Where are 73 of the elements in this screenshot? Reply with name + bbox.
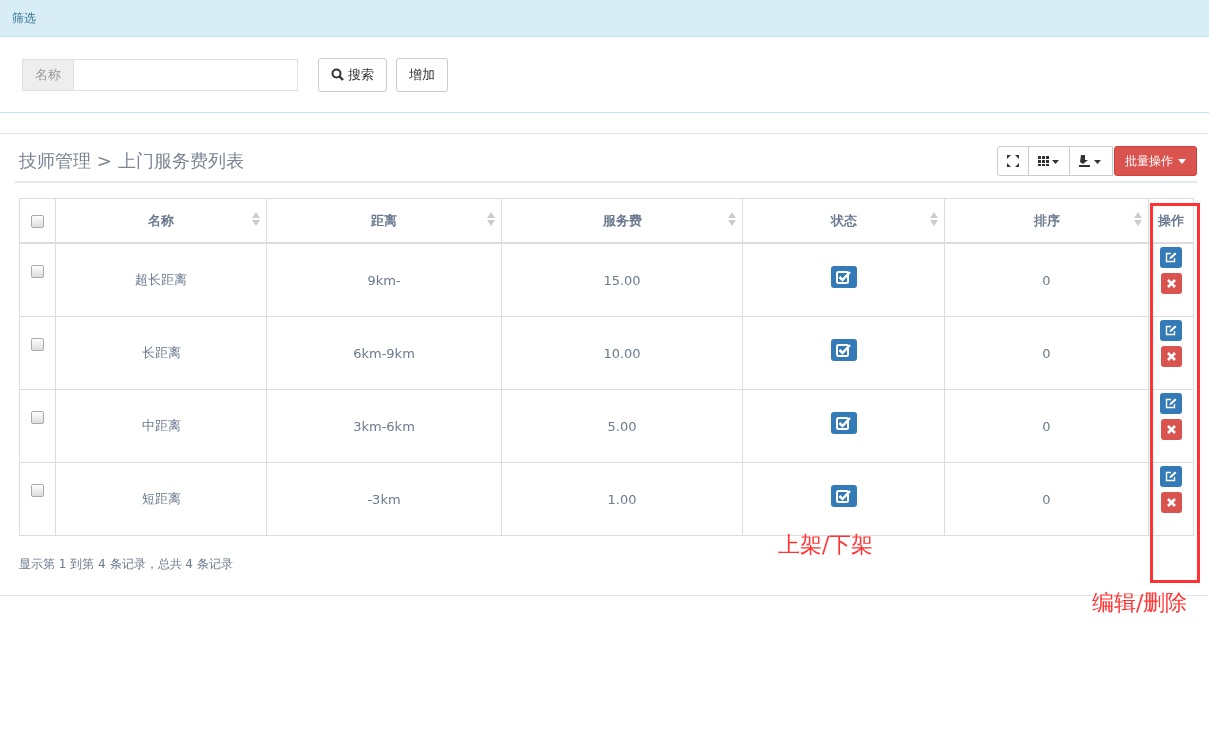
sort-icon xyxy=(728,212,736,226)
export-button[interactable] xyxy=(1069,146,1113,176)
close-icon xyxy=(1166,351,1176,361)
order-cell: 0 xyxy=(1042,418,1051,434)
close-icon xyxy=(1166,497,1176,507)
grid-icon xyxy=(1038,156,1060,166)
delete-button[interactable] xyxy=(1160,345,1182,367)
breadcrumb: 技师管理 > 上门服务费列表 xyxy=(19,149,244,173)
sort-icon xyxy=(1134,212,1142,226)
edit-button[interactable] xyxy=(1160,246,1182,268)
checkbox-icon xyxy=(835,270,852,284)
delete-button[interactable] xyxy=(1160,491,1182,513)
sort-icon xyxy=(930,212,938,226)
edit-button[interactable] xyxy=(1160,392,1182,414)
order-cell: 0 xyxy=(1042,345,1051,361)
column-header[interactable]: 状态 xyxy=(830,212,857,228)
search-button[interactable]: 搜索 xyxy=(318,57,387,92)
annotation-label: 编辑/删除 xyxy=(1092,589,1188,617)
row-name: 长距离 xyxy=(141,345,181,360)
close-icon xyxy=(1166,278,1176,288)
field-label: 名称 xyxy=(23,59,74,90)
fee-cell: 15.00 xyxy=(603,272,641,288)
columns-button[interactable] xyxy=(1028,146,1070,176)
status-toggle[interactable] xyxy=(830,339,857,361)
order-cell: 0 xyxy=(1042,272,1051,288)
column-header[interactable]: 排序 xyxy=(1033,212,1060,228)
column-header[interactable]: 服务费 xyxy=(602,212,642,228)
edit-button[interactable] xyxy=(1160,465,1182,487)
row-name: 超长距离 xyxy=(135,272,187,287)
add-button[interactable]: 增加 xyxy=(396,57,448,92)
row-checkbox[interactable] xyxy=(31,483,44,497)
fee-cell: 1.00 xyxy=(607,491,637,507)
row-checkbox[interactable] xyxy=(31,337,44,351)
fullscreen-icon xyxy=(1007,155,1019,167)
order-cell: 0 xyxy=(1042,491,1051,507)
name-field[interactable]: 名称 xyxy=(22,58,298,91)
close-icon xyxy=(1166,424,1176,434)
sort-icon xyxy=(252,212,260,226)
panel-title: 筛选 xyxy=(12,9,36,27)
distance-cell: 9km- xyxy=(367,272,401,288)
distance-cell: 3km-6km xyxy=(353,418,415,434)
row-name: 短距离 xyxy=(141,491,181,506)
pagination-info: 显示第 1 到第 4 条记录，总共 4 条记录 xyxy=(19,556,234,573)
fullscreen-button[interactable] xyxy=(997,146,1029,176)
fee-cell: 5.00 xyxy=(607,418,637,434)
edit-icon xyxy=(1165,324,1177,336)
select-all-checkbox[interactable] xyxy=(31,215,44,228)
fee-cell: 10.00 xyxy=(603,345,641,361)
status-toggle[interactable] xyxy=(830,485,857,507)
row-checkbox[interactable] xyxy=(31,410,44,424)
checkbox-icon xyxy=(835,343,852,357)
distance-cell: 6km-9km xyxy=(353,345,415,361)
row-checkbox[interactable] xyxy=(31,264,44,278)
edit-icon xyxy=(1165,251,1177,263)
edit-icon xyxy=(1165,470,1177,482)
column-header[interactable]: 距离 xyxy=(371,212,397,228)
status-toggle[interactable] xyxy=(830,266,857,288)
checkbox-icon xyxy=(835,416,852,430)
export-icon xyxy=(1079,155,1103,167)
caret-icon xyxy=(1178,158,1186,164)
row-name: 中距离 xyxy=(141,418,181,433)
annotation-label: 上架/下架 xyxy=(778,531,874,559)
sort-icon xyxy=(487,212,495,226)
status-toggle[interactable] xyxy=(830,412,857,434)
batch-actions-button[interactable]: 批量操作 xyxy=(1114,146,1197,176)
edit-button[interactable] xyxy=(1160,319,1182,341)
delete-button[interactable] xyxy=(1160,272,1182,294)
edit-icon xyxy=(1165,397,1177,409)
distance-cell: -3km xyxy=(367,491,401,507)
checkbox-icon xyxy=(835,489,852,503)
delete-button[interactable] xyxy=(1160,418,1182,440)
search-icon xyxy=(331,68,344,81)
column-header[interactable]: 名称 xyxy=(148,212,174,228)
